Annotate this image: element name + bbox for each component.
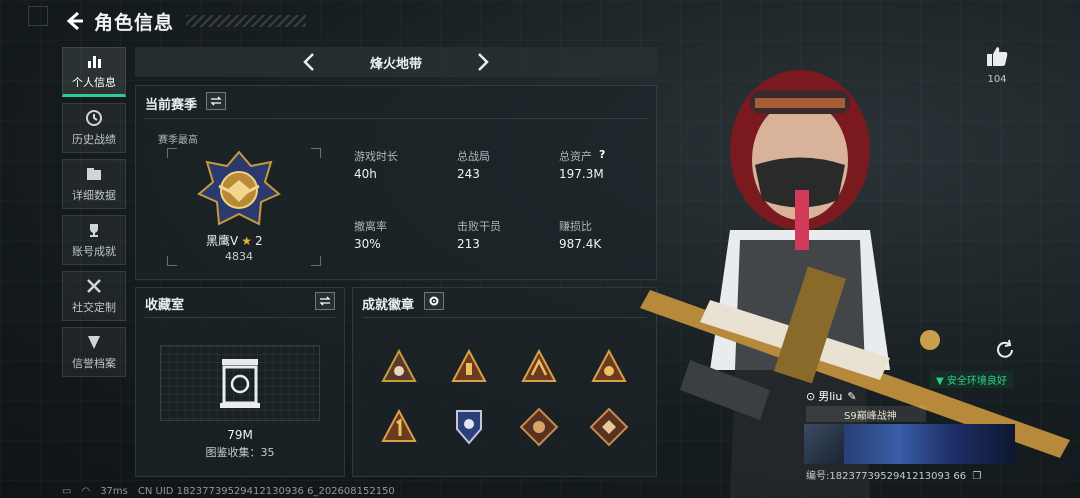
mode-selector: 烽火地带 (135, 47, 657, 77)
next-mode-icon[interactable] (472, 52, 492, 72)
sidebar-item-personal-info[interactable]: 个人信息 (62, 47, 126, 97)
battery-icon: ▭ (62, 486, 72, 497)
stat-label: 总战局 (457, 150, 490, 163)
header: 角色信息 (28, 6, 307, 36)
shield-check-icon: ▼ (936, 376, 944, 387)
avatar[interactable] (804, 424, 844, 464)
stat-value: 40h (354, 167, 377, 181)
badges-settings-button[interactable] (424, 292, 444, 310)
sidebar-item-achievements[interactable]: 账号成就 (62, 215, 126, 265)
badges-title: 成就徽章 (362, 298, 415, 313)
ping-value: 37ms (100, 486, 128, 497)
uid-text: CN UID 18237739529412130936 6_2026081521… (137, 486, 395, 497)
collection-value: 79M (227, 428, 253, 442)
sidebar-item-label: 社交定制 (72, 301, 116, 314)
safe-box-icon (220, 359, 260, 408)
stat-label: 撤离率 (354, 220, 387, 233)
sidebar-item-history[interactable]: 历史战绩 (62, 103, 126, 153)
like-count: 104 (987, 74, 1007, 85)
mode-label: 烽火地带 (369, 56, 422, 72)
badge-item[interactable] (379, 407, 419, 447)
badge-police-icon (456, 410, 482, 445)
collection-switch-button[interactable] (315, 292, 335, 310)
status-bar: ▭ ◠ 37ms CN UID 18237739529412130936 6_2… (62, 486, 395, 497)
player-name-row: ⊙ 男liu ✎ (806, 388, 857, 404)
page-title: 角色信息 (94, 11, 175, 34)
season-title: 当前赛季 (145, 98, 198, 113)
sidebar-item-label: 历史战绩 (72, 133, 116, 146)
rank-score: 4834 (225, 250, 253, 263)
collection-title: 收藏室 (145, 298, 185, 313)
title-stripes (186, 15, 307, 27)
player-id-row: 编号:1823773952941213093 66 ❐ (806, 467, 981, 482)
player-title-badge: S9巅峰战神 (806, 406, 926, 422)
stat-label: 总资产 (559, 150, 592, 163)
stat-label: 赚损比 (559, 220, 592, 233)
badge-item[interactable] (449, 347, 489, 387)
thumbs-up-icon (987, 47, 1008, 66)
player-name: 男liu (818, 390, 843, 403)
season-best-label: 赛季最高 (158, 135, 198, 146)
rank-emblem-icon (197, 150, 281, 226)
swap-icon (319, 296, 331, 306)
sidebar: 个人信息 历史战绩 详细数据 账号成就 社交定制 信誉档案 (62, 47, 127, 383)
badge-diamond-icon (519, 407, 559, 447)
sidebar-item-social[interactable]: 社交定制 (62, 271, 126, 321)
season-divider (145, 118, 648, 119)
collection-divider (145, 317, 335, 318)
player-id: 编号:1823773952941213093 66 (806, 471, 967, 482)
stat-label: 游戏时长 (354, 150, 398, 163)
badge-item[interactable] (519, 347, 559, 387)
environment-status-badge: ▼ 安全环境良好 (930, 371, 1013, 388)
location-pin-icon: ⊙ (806, 389, 816, 403)
bar-chart-icon (88, 56, 101, 68)
badge-triangle-icon (451, 348, 487, 382)
sidebar-item-label: 信誉档案 (72, 357, 116, 370)
wifi-icon: ◠ (81, 486, 91, 497)
sidebar-item-label: 详细数据 (72, 189, 116, 202)
shield-icon (88, 336, 100, 349)
collection-count: 图鉴收集：35 (205, 446, 275, 459)
history-icon (86, 110, 102, 126)
stat-value: 213 (457, 237, 480, 251)
rank-stars: 2 (254, 233, 263, 248)
sidebar-item-label: 账号成就 (72, 245, 116, 258)
sidebar-item-details[interactable]: 详细数据 (62, 159, 126, 209)
gear-icon (429, 296, 439, 306)
stat-value: 30% (354, 237, 381, 251)
rank-name: 黑鹰Ⅴ (206, 234, 239, 248)
copy-icon[interactable]: ❐ (972, 471, 981, 482)
badge-triangle-icon (521, 348, 557, 382)
edit-name-icon[interactable]: ✎ (847, 390, 856, 403)
swap-icon (210, 96, 222, 106)
sidebar-item-reputation[interactable]: 信誉档案 (62, 327, 126, 377)
back-arrow-icon[interactable] (64, 10, 86, 32)
player-title: S9巅峰战神 (844, 410, 897, 422)
environment-status-label: 安全环境良好 (946, 376, 1007, 387)
stat-value: 243 (457, 167, 480, 181)
badge-skull-icon (381, 348, 417, 382)
folder-icon (87, 168, 101, 180)
sidebar-item-label: 个人信息 (72, 76, 116, 89)
trophy-icon (90, 224, 98, 237)
badge-number-icon (381, 408, 417, 442)
badge-item[interactable] (519, 407, 559, 447)
stat-label: 击败干员 (457, 220, 501, 233)
star-icon: ★ (241, 233, 252, 248)
season-switch-button[interactable] (206, 92, 226, 110)
badge-item[interactable] (379, 347, 419, 387)
prev-mode-icon[interactable] (300, 52, 320, 72)
rank-name-row: 黑鹰Ⅴ ★ 2 (206, 232, 263, 249)
like-button[interactable]: 104 (983, 45, 1011, 85)
refresh-icon[interactable] (994, 339, 1016, 361)
tools-icon (87, 279, 101, 293)
badge-item[interactable] (449, 407, 489, 447)
